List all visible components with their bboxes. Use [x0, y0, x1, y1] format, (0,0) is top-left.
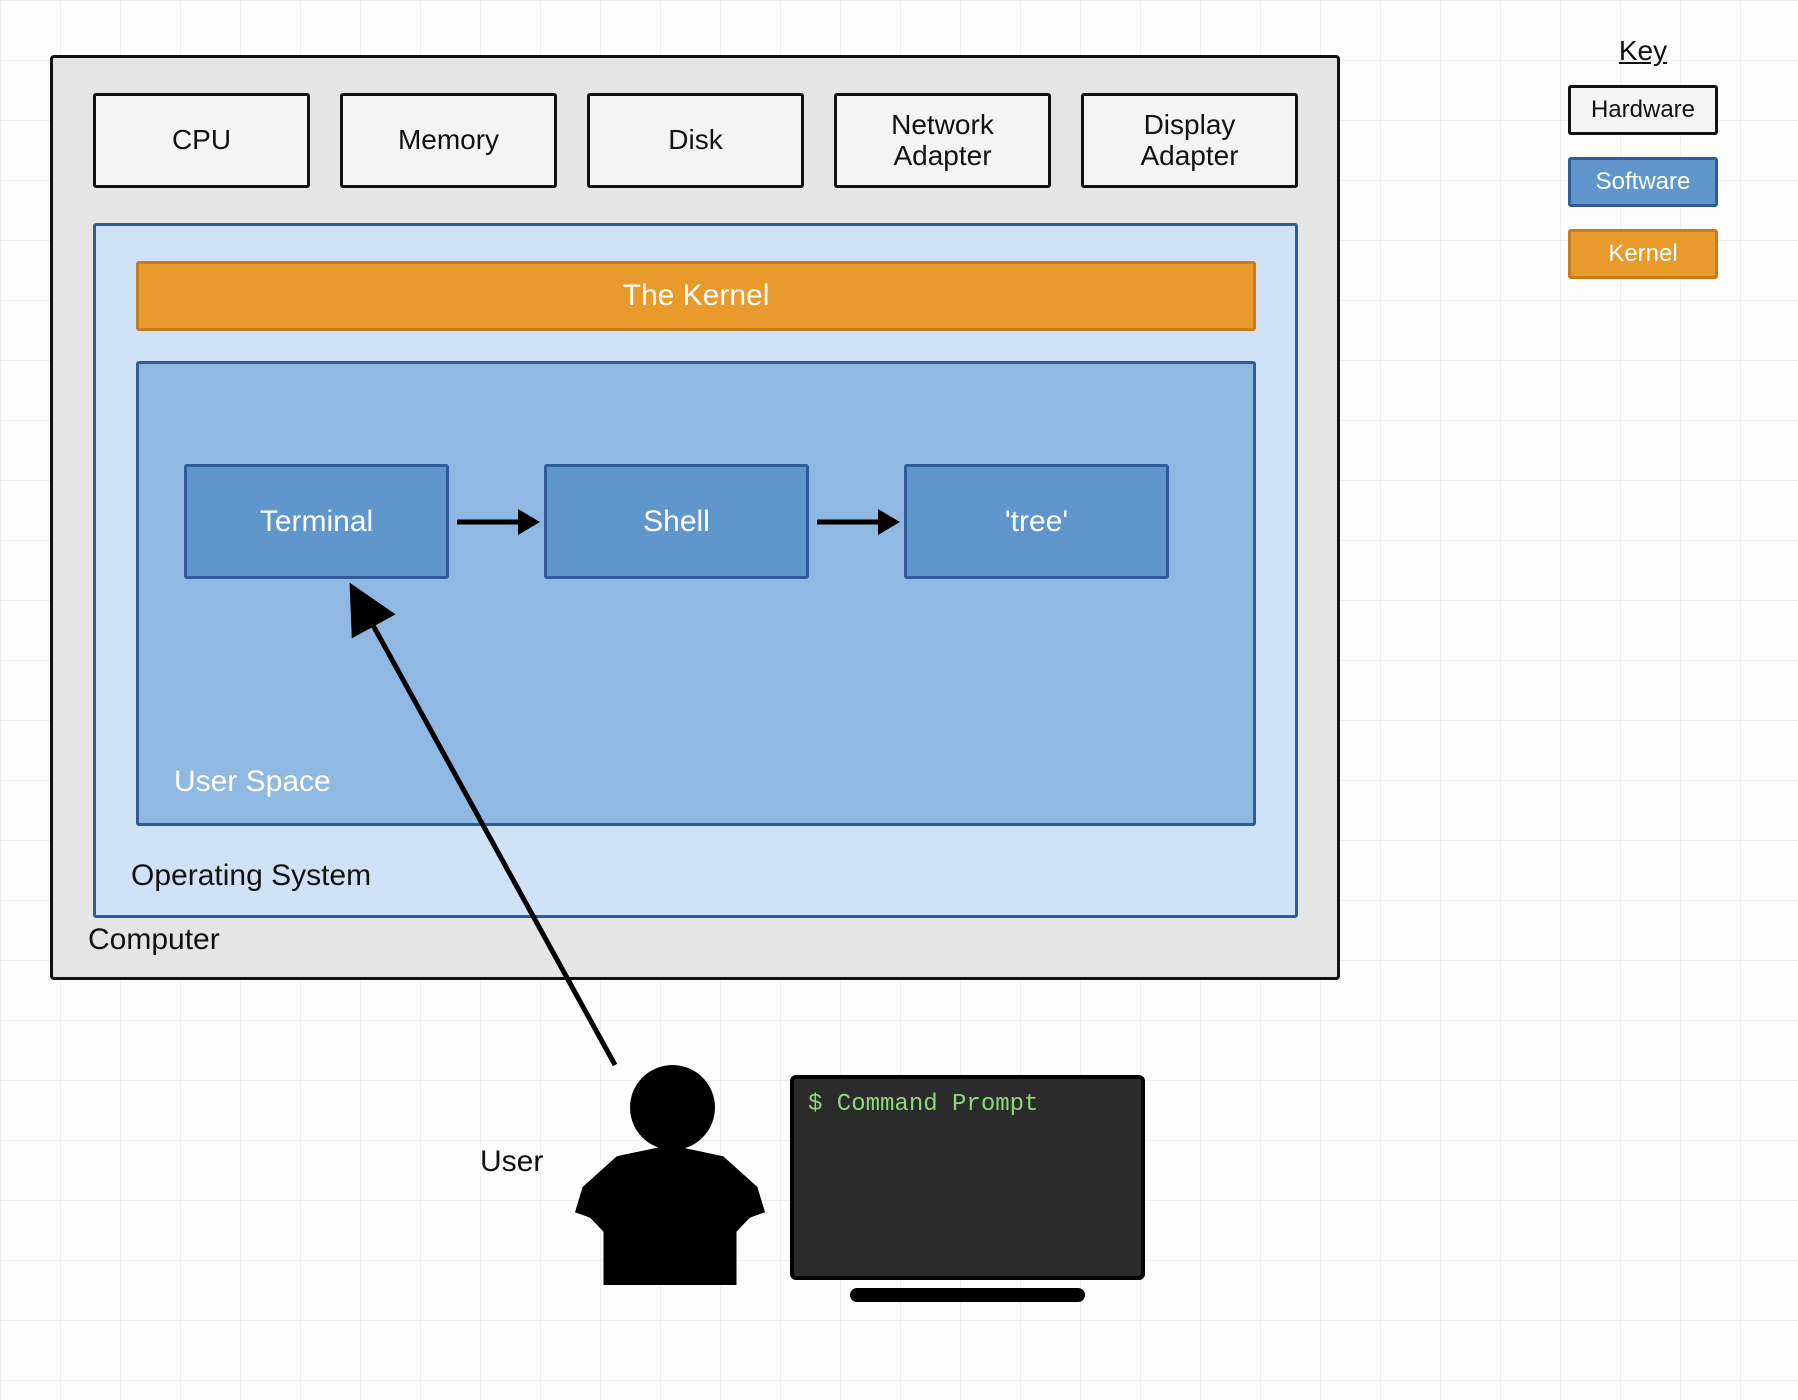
process-row: Terminal Shell 'tree'	[184, 464, 1169, 579]
computer-label: Computer	[88, 923, 220, 957]
process-shell: Shell	[544, 464, 809, 579]
hw-display-adapter: DisplayAdapter	[1081, 93, 1298, 188]
legend: Key Hardware Software Kernel	[1558, 35, 1728, 301]
monitor-stand	[850, 1288, 1085, 1302]
legend-software: Software	[1568, 157, 1718, 207]
kernel-bar: The Kernel	[136, 261, 1256, 331]
legend-title: Key	[1558, 35, 1728, 67]
user-space-container: Terminal Shell 'tree' User Space	[136, 361, 1256, 826]
operating-system-label: Operating System	[131, 859, 371, 893]
arrow-terminal-to-shell	[449, 510, 544, 534]
user-icon	[575, 1065, 765, 1295]
monitor: $ Command Prompt	[790, 1075, 1145, 1280]
process-tree: 'tree'	[904, 464, 1169, 579]
command-prompt-text: $ Command Prompt	[808, 1091, 1127, 1118]
user-space-label: User Space	[174, 765, 331, 799]
hardware-row: CPU Memory Disk NetworkAdapter DisplayAd…	[93, 93, 1298, 188]
hw-memory: Memory	[340, 93, 557, 188]
arrow-shell-to-tree	[809, 510, 904, 534]
hw-cpu: CPU	[93, 93, 310, 188]
hw-network-adapter: NetworkAdapter	[834, 93, 1051, 188]
user-label: User	[480, 1145, 543, 1179]
user-area: User $ Command Prompt	[480, 1050, 1200, 1350]
legend-hardware: Hardware	[1568, 85, 1718, 135]
computer-container: CPU Memory Disk NetworkAdapter DisplayAd…	[50, 55, 1340, 980]
hw-disk: Disk	[587, 93, 804, 188]
process-terminal: Terminal	[184, 464, 449, 579]
legend-kernel: Kernel	[1568, 229, 1718, 279]
operating-system-container: The Kernel Terminal Shell 'tree' User Sp…	[93, 223, 1298, 918]
